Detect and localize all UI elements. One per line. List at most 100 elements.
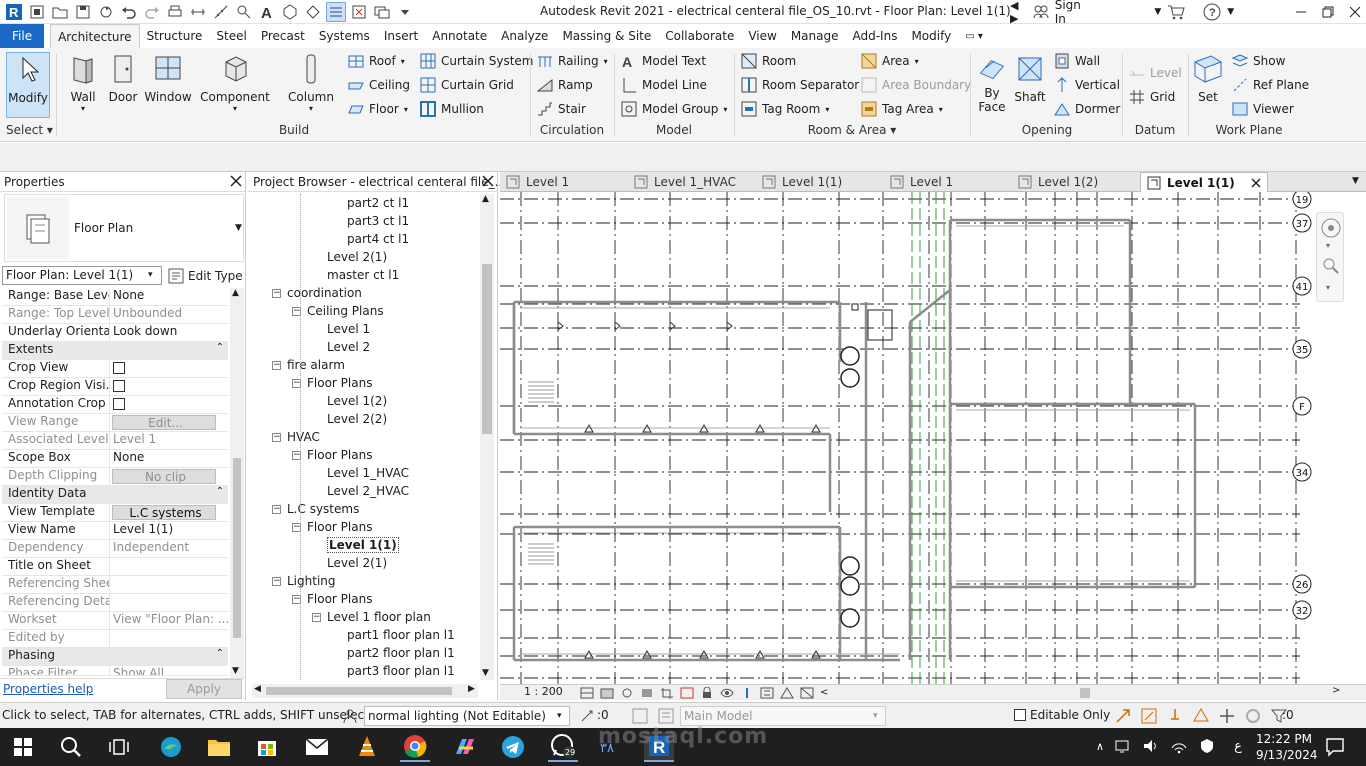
vertical-opening-button[interactable]: Vertical (1054, 75, 1120, 95)
design-option-select[interactable]: Main Model ▾ (680, 706, 886, 726)
tree-node[interactable]: Level 1 (327, 320, 370, 338)
tree-collapse-toggle[interactable]: − (272, 360, 281, 370)
wall-opening-button[interactable]: Wall (1054, 51, 1100, 71)
tree-node[interactable]: − fire alarm (272, 356, 345, 374)
select-panel-label[interactable]: Select ▾ (6, 123, 54, 137)
view-template-button[interactable]: L.C systems (112, 505, 216, 520)
identity-group-header[interactable]: Identity Data ⌃ (2, 486, 228, 504)
browser-scrollbar[interactable]: ▲ ▼ (480, 194, 494, 680)
tree-node[interactable]: Level 2(1) (327, 554, 387, 572)
zoom-dropdown-icon[interactable]: ▾ (1326, 283, 1330, 292)
tree-node[interactable]: Level 2(1) (327, 248, 387, 266)
tree-collapse-toggle[interactable]: − (272, 432, 281, 442)
collapse-identity-icon[interactable]: ⌃ (216, 486, 228, 503)
crop-view-checkbox[interactable] (113, 362, 125, 374)
3d-view-icon[interactable] (280, 2, 300, 22)
tab-massing-site[interactable]: Massing & Site (555, 24, 658, 48)
select-links-icon[interactable] (1114, 707, 1132, 725)
edge-icon[interactable] (156, 732, 186, 762)
copilot-icon[interactable] (450, 732, 480, 762)
type-selector[interactable]: Floor Plan ▼ (4, 194, 244, 262)
tree-node[interactable]: part4 ct l1 (347, 230, 409, 248)
room-button[interactable]: Room (741, 51, 796, 71)
customize-qat-icon[interactable] (395, 2, 415, 22)
tree-node[interactable]: part1 floor plan l1 (347, 626, 455, 644)
nav-dropdown-icon[interactable]: ▾ (1326, 241, 1330, 250)
shadows-icon[interactable] (640, 687, 654, 699)
window-button[interactable]: Window (143, 52, 193, 114)
tree-collapse-toggle[interactable]: − (272, 288, 281, 298)
redo-icon[interactable] (142, 2, 162, 22)
editable-only-toggle[interactable]: Editable Only (1014, 708, 1110, 722)
windows-start-icon[interactable] (8, 732, 38, 762)
show-crop-icon[interactable] (680, 687, 694, 699)
tab-view[interactable]: View (741, 24, 783, 48)
tree-node[interactable]: master ct l1 (327, 266, 399, 284)
tab-architecture[interactable]: Architecture (50, 24, 140, 48)
select-by-face-icon[interactable] (1192, 707, 1210, 725)
tab-analyze[interactable]: Analyze (494, 24, 555, 48)
tree-node[interactable]: − Ceiling Plans (292, 302, 384, 320)
show-workplane-button[interactable]: Show (1232, 51, 1285, 71)
view-tab[interactable]: Level 1_HVAC (628, 172, 756, 192)
tab-insert[interactable]: Insert (377, 24, 425, 48)
mullion-button[interactable]: Mullion (420, 99, 484, 119)
tree-node[interactable]: Level 1(2) (327, 392, 387, 410)
editing-requests-icon[interactable] (580, 709, 596, 723)
microsoft-store-icon[interactable] (252, 732, 282, 762)
level-button[interactable]: Level (1129, 63, 1182, 83)
design-options-icon[interactable] (632, 708, 648, 724)
close-browser-icon[interactable] (482, 173, 494, 187)
depth-clipping-button[interactable]: No clip (112, 469, 216, 484)
model-text-button[interactable]: A Model Text (621, 51, 706, 71)
component-button[interactable]: Component ▾ (200, 52, 270, 114)
zoom-icon[interactable] (1322, 257, 1340, 275)
chrome-icon[interactable] (400, 732, 430, 762)
ref-plane-button[interactable]: Ref Plane (1232, 75, 1309, 95)
tab-modify[interactable]: Modify (904, 24, 958, 48)
instance-selector[interactable]: Floor Plan: Level 1(1) ▾ (2, 266, 162, 285)
tree-node[interactable]: Level 2 (327, 338, 370, 356)
by-face-button[interactable]: By Face (972, 52, 1012, 114)
aligned-dimension-icon[interactable] (211, 2, 231, 22)
undo-icon[interactable] (119, 2, 139, 22)
tab-structure[interactable]: Structure (140, 24, 210, 48)
background-process-icon[interactable] (1244, 707, 1262, 725)
home-icon[interactable] (27, 2, 47, 22)
view-tab[interactable]: Level 1 (500, 172, 628, 192)
properties-scrollbar[interactable]: ▲ ▼ (230, 288, 244, 678)
tree-collapse-toggle[interactable]: − (272, 576, 281, 586)
tab-systems[interactable]: Systems (312, 24, 377, 48)
area-boundary-button[interactable]: Area Boundary (861, 75, 971, 95)
door-button[interactable]: Door (100, 52, 146, 114)
reveal-hidden-icon[interactable] (740, 687, 754, 699)
edit-type-button[interactable]: Edit Type (168, 266, 243, 285)
collapse-extents-icon[interactable]: ⌃ (216, 342, 228, 359)
crop-view-icon[interactable] (660, 687, 674, 699)
select-underlay-icon[interactable] (1140, 707, 1158, 725)
help-icon[interactable]: ? (1203, 3, 1221, 21)
design-option-set-icon[interactable] (658, 708, 674, 724)
curtain-grid-button[interactable]: Curtain Grid (420, 75, 514, 95)
wifi-icon[interactable] (1170, 738, 1188, 754)
tag-area-button[interactable]: Tag Area ▾ (861, 99, 943, 119)
canvas-hscrollbar[interactable]: > (880, 685, 1340, 698)
sun-path-icon[interactable] (620, 687, 634, 699)
revit-logo-icon[interactable]: R (4, 2, 24, 22)
area-button[interactable]: Area ▾ (861, 51, 919, 71)
drag-elements-icon[interactable] (1218, 707, 1236, 725)
mail-icon[interactable] (302, 732, 332, 762)
viewer-button[interactable]: Viewer (1232, 99, 1294, 119)
tab-file[interactable]: File (0, 24, 45, 48)
annotation-crop-checkbox[interactable] (113, 398, 125, 410)
tab-manage[interactable]: Manage (784, 24, 846, 48)
ramp-button[interactable]: Ramp (537, 75, 593, 95)
save-icon[interactable] (73, 2, 93, 22)
collapse-phasing-icon[interactable]: ⌃ (216, 648, 228, 665)
model-line-button[interactable]: Model Line (621, 75, 707, 95)
tree-node[interactable]: part3 floor plan l1 (347, 662, 455, 680)
thin-lines-icon[interactable] (326, 2, 346, 22)
tree-node[interactable]: − Floor Plans (292, 374, 372, 392)
sign-in-dropdown-icon[interactable]: ▼ (1154, 7, 1161, 17)
browser-hscrollbar[interactable]: ◀ ▶ (252, 684, 478, 698)
